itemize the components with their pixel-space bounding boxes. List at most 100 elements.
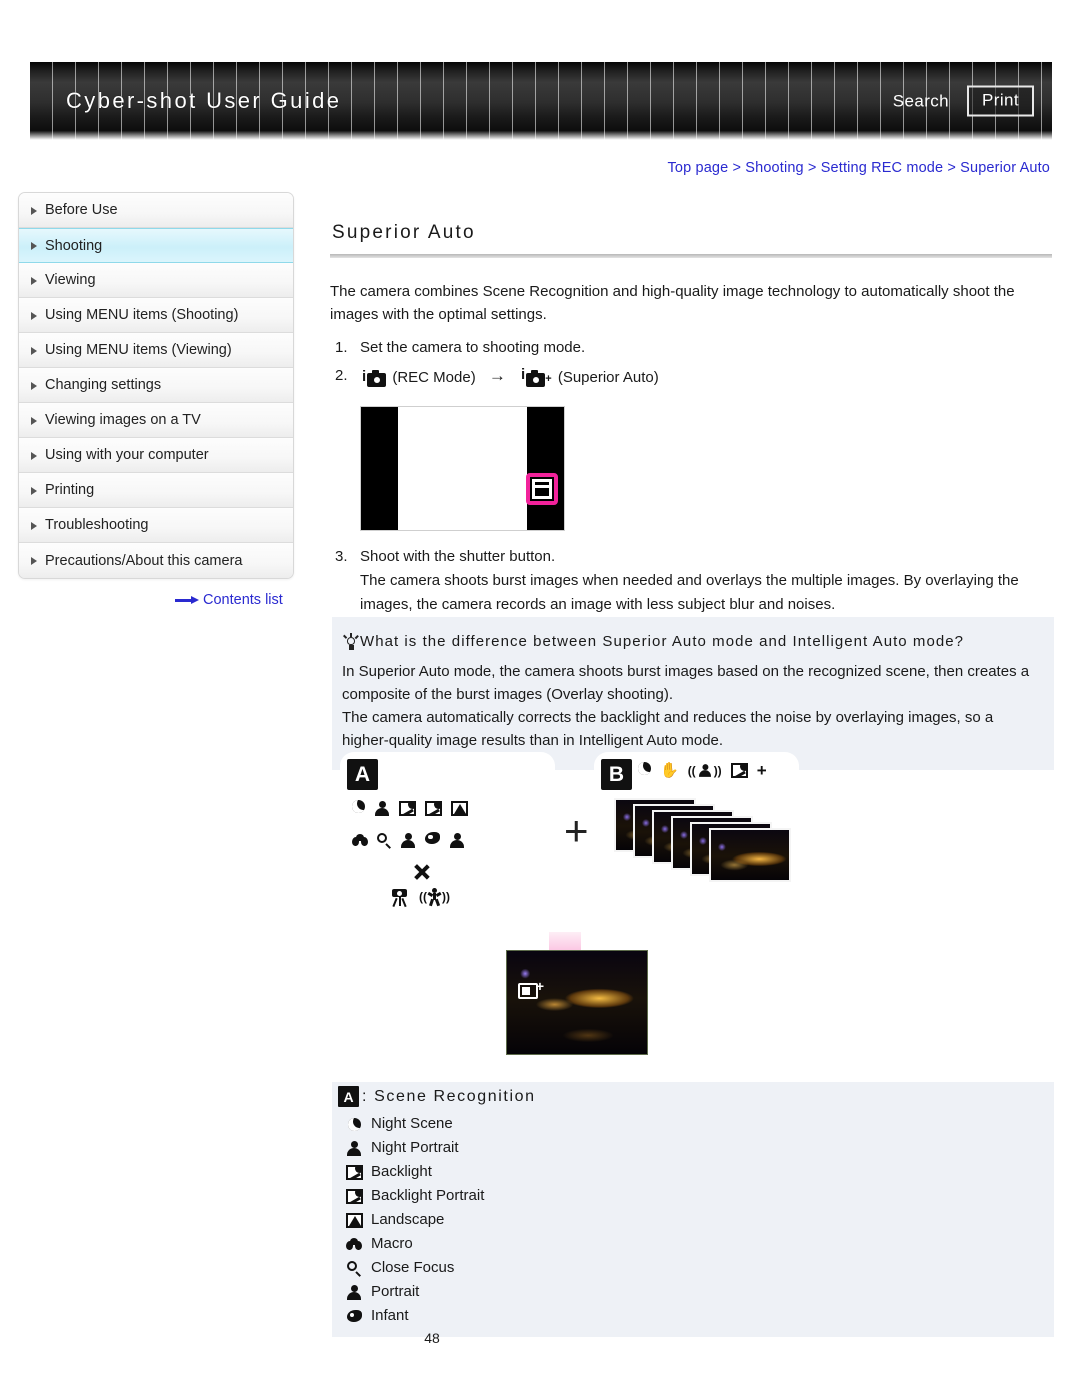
moon-icon bbox=[638, 762, 651, 779]
chevron-right-icon bbox=[31, 557, 37, 565]
legend-item-night-portrait: Night Portrait bbox=[338, 1136, 1038, 1160]
sidebar-item-label: Changing settings bbox=[45, 377, 162, 393]
result-composite-image: + bbox=[506, 950, 648, 1055]
legend-item-label: Close Focus bbox=[371, 1259, 455, 1276]
sidebar-item-viewing-on-tv[interactable]: Viewing images on a TV bbox=[19, 403, 293, 438]
moving-subject-icon: (()) bbox=[419, 888, 450, 907]
panel-b-burst-images: B ✋ (()) + bbox=[594, 752, 799, 888]
lcd-right-bar bbox=[527, 407, 564, 530]
app-header: Cyber-shot User Guide Search Print bbox=[30, 62, 1052, 140]
legend-item-label: Backlight bbox=[371, 1163, 432, 1180]
sidebar-item-changing-settings[interactable]: Changing settings bbox=[19, 368, 293, 403]
lcd-left-bar bbox=[361, 407, 398, 530]
tip-heading: What is the difference between Superior … bbox=[342, 633, 1044, 651]
scene-recognition-legend: A : Scene Recognition Night Scene Night … bbox=[338, 1086, 1038, 1328]
step-text: Shoot with the shutter button. bbox=[360, 548, 556, 565]
sidebar-item-precautions[interactable]: Precautions/About this camera bbox=[19, 543, 293, 578]
legend-item-macro: Macro bbox=[338, 1232, 1038, 1256]
app-title: Cyber-shot User Guide bbox=[66, 88, 342, 113]
sidebar-item-menu-viewing[interactable]: Using MENU items (Viewing) bbox=[19, 333, 293, 368]
sidebar-item-printing[interactable]: Printing bbox=[19, 473, 293, 508]
chevron-right-icon bbox=[31, 242, 37, 250]
backlight-icon bbox=[342, 1162, 366, 1182]
sidebar-item-troubleshooting[interactable]: Troubleshooting bbox=[19, 508, 293, 543]
sidebar-item-label: Shooting bbox=[45, 237, 103, 254]
panel-a-scene-recognition: A (()) bbox=[340, 752, 555, 934]
step-3: 3. Shoot with the shutter button. The ca… bbox=[330, 545, 1052, 617]
sidebar-item-using-computer[interactable]: Using with your computer bbox=[19, 438, 293, 473]
legend-item-label: Night Scene bbox=[371, 1115, 453, 1132]
panel-a-icon-row-1 bbox=[352, 800, 468, 817]
portrait-icon bbox=[342, 1282, 366, 1302]
legend-badge: A bbox=[338, 1086, 359, 1107]
step-2: 2. i (REC Mode) → i + (Superior Auto) bbox=[330, 364, 1052, 390]
step-1: 1. Set the camera to shooting mode. bbox=[330, 336, 1052, 360]
steps-list: 1. Set the camera to shooting mode. 2. i… bbox=[330, 336, 1052, 390]
sidebar-nav: Before Use Shooting Viewing Using MENU i… bbox=[18, 192, 294, 579]
step-text: i (REC Mode) → i + (Superior Auto) bbox=[360, 364, 1052, 390]
legend-item-label: Macro bbox=[371, 1235, 413, 1252]
superior-auto-icon: i + bbox=[521, 366, 552, 387]
close-focus-icon bbox=[342, 1258, 366, 1278]
rec-mode-icon: i bbox=[362, 369, 387, 387]
rec-mode-icon bbox=[532, 479, 552, 499]
arrow-right-glyph: → bbox=[488, 366, 506, 385]
legend-item-label: Infant bbox=[371, 1307, 409, 1324]
sidebar-item-label: Using with your computer bbox=[45, 447, 209, 463]
steps-list-continued: 3. Shoot with the shutter button. The ca… bbox=[330, 545, 1052, 617]
tip-box: What is the difference between Superior … bbox=[332, 617, 1054, 770]
sidebar-item-label: Viewing images on a TV bbox=[45, 412, 201, 428]
arrow-right-icon bbox=[175, 595, 199, 605]
legend-item-label: Backlight Portrait bbox=[371, 1187, 485, 1204]
print-button[interactable]: Print bbox=[967, 85, 1034, 117]
legend-item-label: Night Portrait bbox=[371, 1139, 459, 1156]
legend-heading: A : Scene Recognition bbox=[338, 1086, 1038, 1107]
sidebar-item-before-use[interactable]: Before Use bbox=[19, 193, 293, 228]
step-number: 1. bbox=[335, 339, 348, 356]
sidebar-item-label: Before Use bbox=[45, 202, 118, 218]
main-content: Superior Auto The camera combines Scene … bbox=[330, 222, 1052, 621]
tripod-icon bbox=[390, 888, 410, 908]
breadcrumb[interactable]: Top page > Shooting > Setting REC mode >… bbox=[667, 160, 1050, 176]
chevron-right-icon bbox=[31, 521, 37, 530]
step-detail: The camera shoots burst images when need… bbox=[360, 572, 1019, 613]
sidebar-item-label: Printing bbox=[45, 482, 95, 498]
chevron-right-icon bbox=[31, 346, 37, 355]
sidebar-item-viewing[interactable]: Viewing bbox=[19, 263, 293, 298]
tip-paragraph-2: The camera automatically corrects the ba… bbox=[342, 709, 994, 749]
plus-sign: + bbox=[564, 807, 589, 854]
sidebar-item-menu-shooting[interactable]: Using MENU items (Shooting) bbox=[19, 298, 293, 333]
chevron-right-icon bbox=[31, 206, 37, 215]
panel-a-icon-row-2 bbox=[352, 832, 465, 849]
infant-icon bbox=[425, 832, 440, 848]
soft-skin-icon bbox=[449, 832, 465, 848]
chevron-right-icon bbox=[31, 416, 37, 425]
backlight-portrait-icon bbox=[425, 801, 442, 816]
person-moon-icon bbox=[374, 801, 390, 816]
step-number: 3. bbox=[335, 548, 348, 565]
overlay-shooting-icon: + bbox=[518, 979, 544, 1001]
sidebar-item-shooting[interactable]: Shooting bbox=[19, 228, 293, 263]
title-divider bbox=[330, 254, 1052, 258]
landscape-icon bbox=[342, 1210, 366, 1230]
intro-paragraph: The camera combines Scene Recognition an… bbox=[330, 283, 1015, 323]
flower-icon bbox=[342, 1234, 366, 1254]
sidebar-item-label: Using MENU items (Viewing) bbox=[45, 342, 232, 358]
burst-image-stack bbox=[614, 798, 792, 883]
legend-item-infant: Infant bbox=[338, 1304, 1038, 1328]
lightbulb-icon bbox=[342, 633, 359, 651]
search-button[interactable]: Search bbox=[893, 91, 949, 111]
chevron-right-icon bbox=[31, 486, 37, 495]
overlay-shooting-diagram: A (()) + B ✋ (()) + + bbox=[332, 752, 1054, 1082]
page-title: Superior Auto bbox=[332, 222, 476, 243]
chevron-right-icon bbox=[31, 451, 37, 460]
panel-a-icon-row-4: (()) bbox=[390, 888, 450, 908]
moving-subject-icon: (()) bbox=[687, 763, 722, 778]
legend-item-label: Landscape bbox=[371, 1211, 445, 1228]
legend-item-backlight: Backlight bbox=[338, 1160, 1038, 1184]
rec-mode-label: (REC Mode) bbox=[392, 369, 476, 386]
superior-auto-label: (Superior Auto) bbox=[557, 369, 659, 386]
portrait-icon bbox=[400, 832, 416, 848]
chevron-right-icon bbox=[31, 276, 37, 285]
contents-list-link[interactable]: Contents list bbox=[175, 592, 283, 608]
